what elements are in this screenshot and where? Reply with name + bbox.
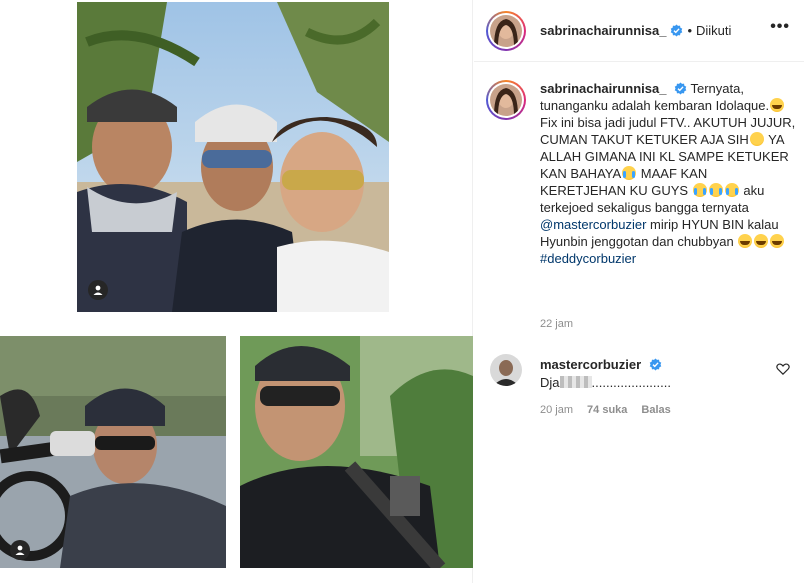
- post-sidebar: sabrinachairunnisa_ • Diikuti ••• sabrin…: [474, 0, 804, 583]
- hashtag-link[interactable]: #deddycorbuzier: [540, 251, 636, 266]
- follow-status-button[interactable]: Diikuti: [696, 23, 731, 38]
- post-author-username[interactable]: sabrinachairunnisa_: [540, 23, 666, 38]
- photo-top-image: [77, 2, 389, 312]
- comment-text-suffix: ......................: [591, 375, 671, 390]
- post-header: sabrinachairunnisa_ • Diikuti •••: [474, 0, 804, 62]
- comment-timestamp[interactable]: 20 jam: [540, 404, 573, 416]
- verified-badge-icon: [671, 24, 683, 37]
- comment-meta: 20 jam 74 suka Balas: [540, 404, 671, 416]
- censored-text: [559, 376, 592, 388]
- post-photo-bottom-left[interactable]: [0, 336, 226, 568]
- avatar-image: [490, 354, 522, 386]
- caption-timestamp[interactable]: 22 jam: [540, 318, 573, 330]
- comment-text-prefix: Dja: [540, 375, 560, 390]
- sad-emoji-icon: [749, 132, 764, 146]
- avatar-image: [490, 14, 522, 47]
- mention-link[interactable]: @mastercorbuzier: [540, 217, 646, 232]
- post-caption: sabrinachairunnisa_ Ternyata, tunanganku…: [486, 80, 796, 267]
- reply-button[interactable]: Balas: [641, 404, 670, 416]
- post-photo-top[interactable]: [77, 2, 389, 312]
- user-tag-icon[interactable]: [88, 280, 108, 300]
- caption-author-avatar[interactable]: [486, 80, 526, 120]
- photo-bottom-right-image: [240, 336, 473, 568]
- laughing-emoji-icon: [738, 234, 753, 248]
- heart-icon[interactable]: [776, 362, 790, 376]
- laughing-emoji-icon: [770, 98, 785, 112]
- caption-username[interactable]: sabrinachairunnisa_: [540, 81, 666, 96]
- avatar-image: [490, 84, 522, 116]
- verified-badge-icon: [674, 82, 687, 95]
- crying-emoji-icon: [622, 166, 637, 180]
- comment-body: mastercorbuzier Dja.....................…: [540, 356, 760, 392]
- crying-emoji-icon: [724, 183, 739, 197]
- laughing-emoji-icon: [770, 234, 785, 248]
- more-options-icon[interactable]: •••: [770, 18, 790, 36]
- post-media[interactable]: [0, 0, 473, 583]
- comment-likes[interactable]: 74 suka: [587, 404, 627, 416]
- user-tag-icon[interactable]: [10, 540, 30, 560]
- comment-author-avatar[interactable]: [490, 354, 522, 386]
- crying-emoji-icon: [708, 183, 723, 197]
- verified-badge-icon: [649, 358, 662, 371]
- laughing-emoji-icon: [754, 234, 769, 248]
- post-photo-bottom-right[interactable]: [240, 336, 473, 568]
- post-author-avatar[interactable]: [486, 10, 526, 51]
- photo-bottom-left-image: [0, 336, 226, 568]
- caption-text: sabrinachairunnisa_ Ternyata, tunanganku…: [540, 80, 796, 267]
- crying-emoji-icon: [692, 183, 707, 197]
- comment-username[interactable]: mastercorbuzier: [540, 357, 641, 372]
- header-separator: •: [687, 23, 693, 38]
